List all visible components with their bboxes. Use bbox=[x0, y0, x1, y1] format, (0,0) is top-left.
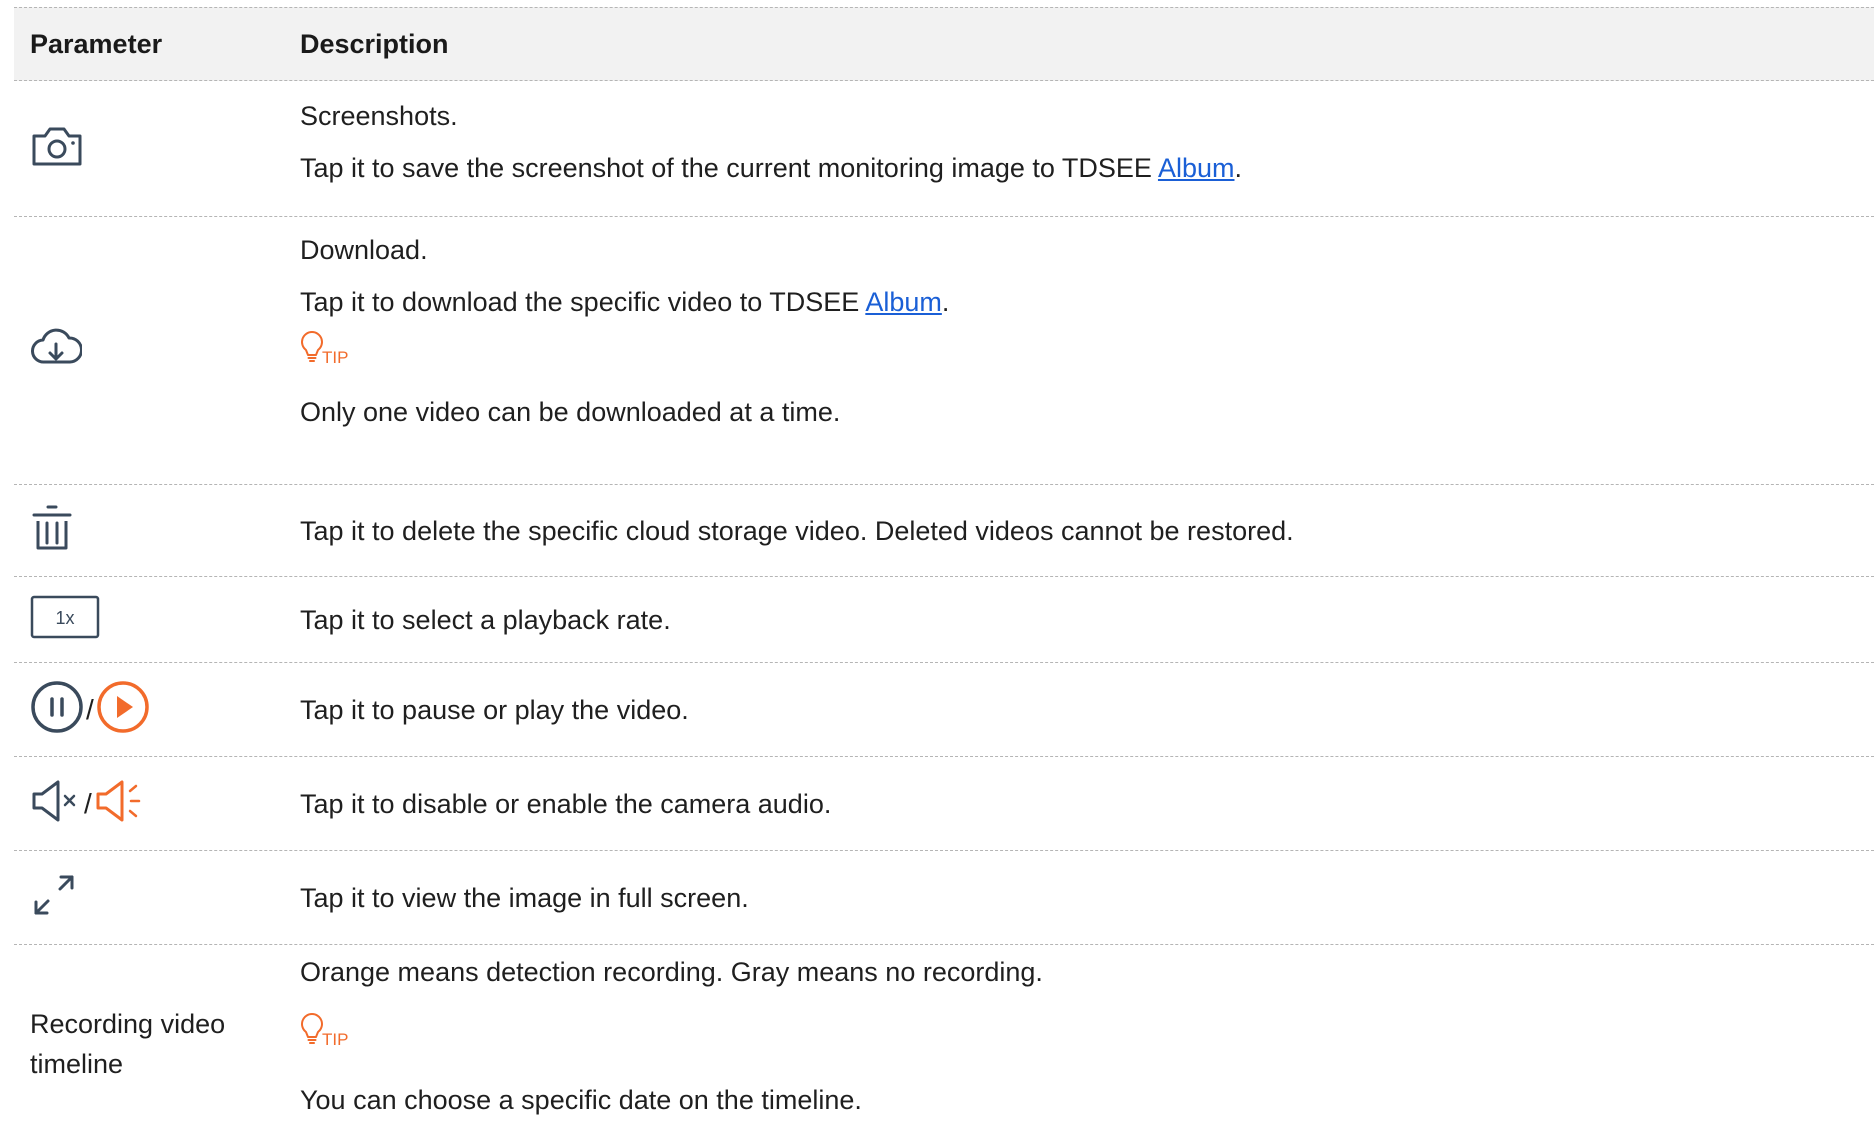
icon-separator: / bbox=[84, 787, 92, 819]
fullscreen-description: Tap it to view the image in full screen. bbox=[300, 882, 749, 913]
trash-icon bbox=[30, 503, 74, 558]
table-row: Download. Tap it to download the specifi… bbox=[14, 217, 1874, 485]
tip-label: TIP bbox=[322, 1030, 349, 1049]
lightbulb-icon bbox=[300, 1012, 324, 1051]
playback-rate-icon: 1x bbox=[30, 594, 100, 645]
camera-icon bbox=[30, 124, 84, 173]
download-note: Only one video can be downloaded at a ti… bbox=[300, 397, 841, 427]
table-row: Tap it to delete the specific cloud stor… bbox=[14, 485, 1874, 577]
download-title: Download. bbox=[300, 235, 428, 265]
delete-description: Tap it to delete the specific cloud stor… bbox=[300, 515, 1294, 546]
cloud-download-icon bbox=[30, 326, 83, 375]
table-row: Recording video timeline Orange means de… bbox=[14, 945, 1874, 1143]
lightbulb-icon bbox=[300, 330, 324, 369]
speaker-muted-icon bbox=[30, 777, 82, 830]
table-row: Tap it to view the image in full screen. bbox=[14, 851, 1874, 945]
screenshot-title: Screenshots. bbox=[300, 101, 458, 131]
playback-rate-label: 1x bbox=[55, 608, 74, 628]
header-description: Description bbox=[300, 28, 449, 59]
audio-description: Tap it to disable or enable the camera a… bbox=[300, 788, 832, 819]
header-parameter: Parameter bbox=[30, 28, 163, 59]
icon-separator: / bbox=[86, 693, 94, 725]
table-row: Screenshots. Tap it to save the screensh… bbox=[14, 81, 1874, 217]
tip-callout: TIP bbox=[300, 1011, 348, 1051]
timeline-note: You can choose a specific date on the ti… bbox=[300, 1085, 862, 1115]
table-row: / Tap it to disable or enable the camera… bbox=[14, 757, 1874, 851]
screenshot-description: Tap it to save the screenshot of the cur… bbox=[300, 153, 1242, 183]
album-link[interactable]: Album bbox=[1158, 153, 1235, 183]
table-row: / Tap it to pause or play the video. bbox=[14, 663, 1874, 757]
tip-label: TIP bbox=[322, 348, 349, 367]
table-row: 1x Tap it to select a playback rate. bbox=[14, 577, 1874, 663]
album-link[interactable]: Album bbox=[865, 287, 942, 317]
speaker-on-icon bbox=[94, 777, 146, 830]
pause-icon bbox=[30, 680, 84, 739]
download-description: Tap it to download the specific video to… bbox=[300, 287, 950, 317]
fullscreen-icon bbox=[30, 871, 78, 924]
table-header: Parameter Description bbox=[14, 7, 1874, 81]
timeline-description: Orange means detection recording. Gray m… bbox=[300, 957, 1043, 987]
tip-callout: TIP bbox=[300, 329, 348, 369]
rate-description: Tap it to select a playback rate. bbox=[300, 604, 671, 635]
timeline-parameter: Recording video timeline bbox=[30, 1009, 226, 1079]
play-icon bbox=[96, 680, 150, 739]
pause-play-description: Tap it to pause or play the video. bbox=[300, 694, 689, 725]
